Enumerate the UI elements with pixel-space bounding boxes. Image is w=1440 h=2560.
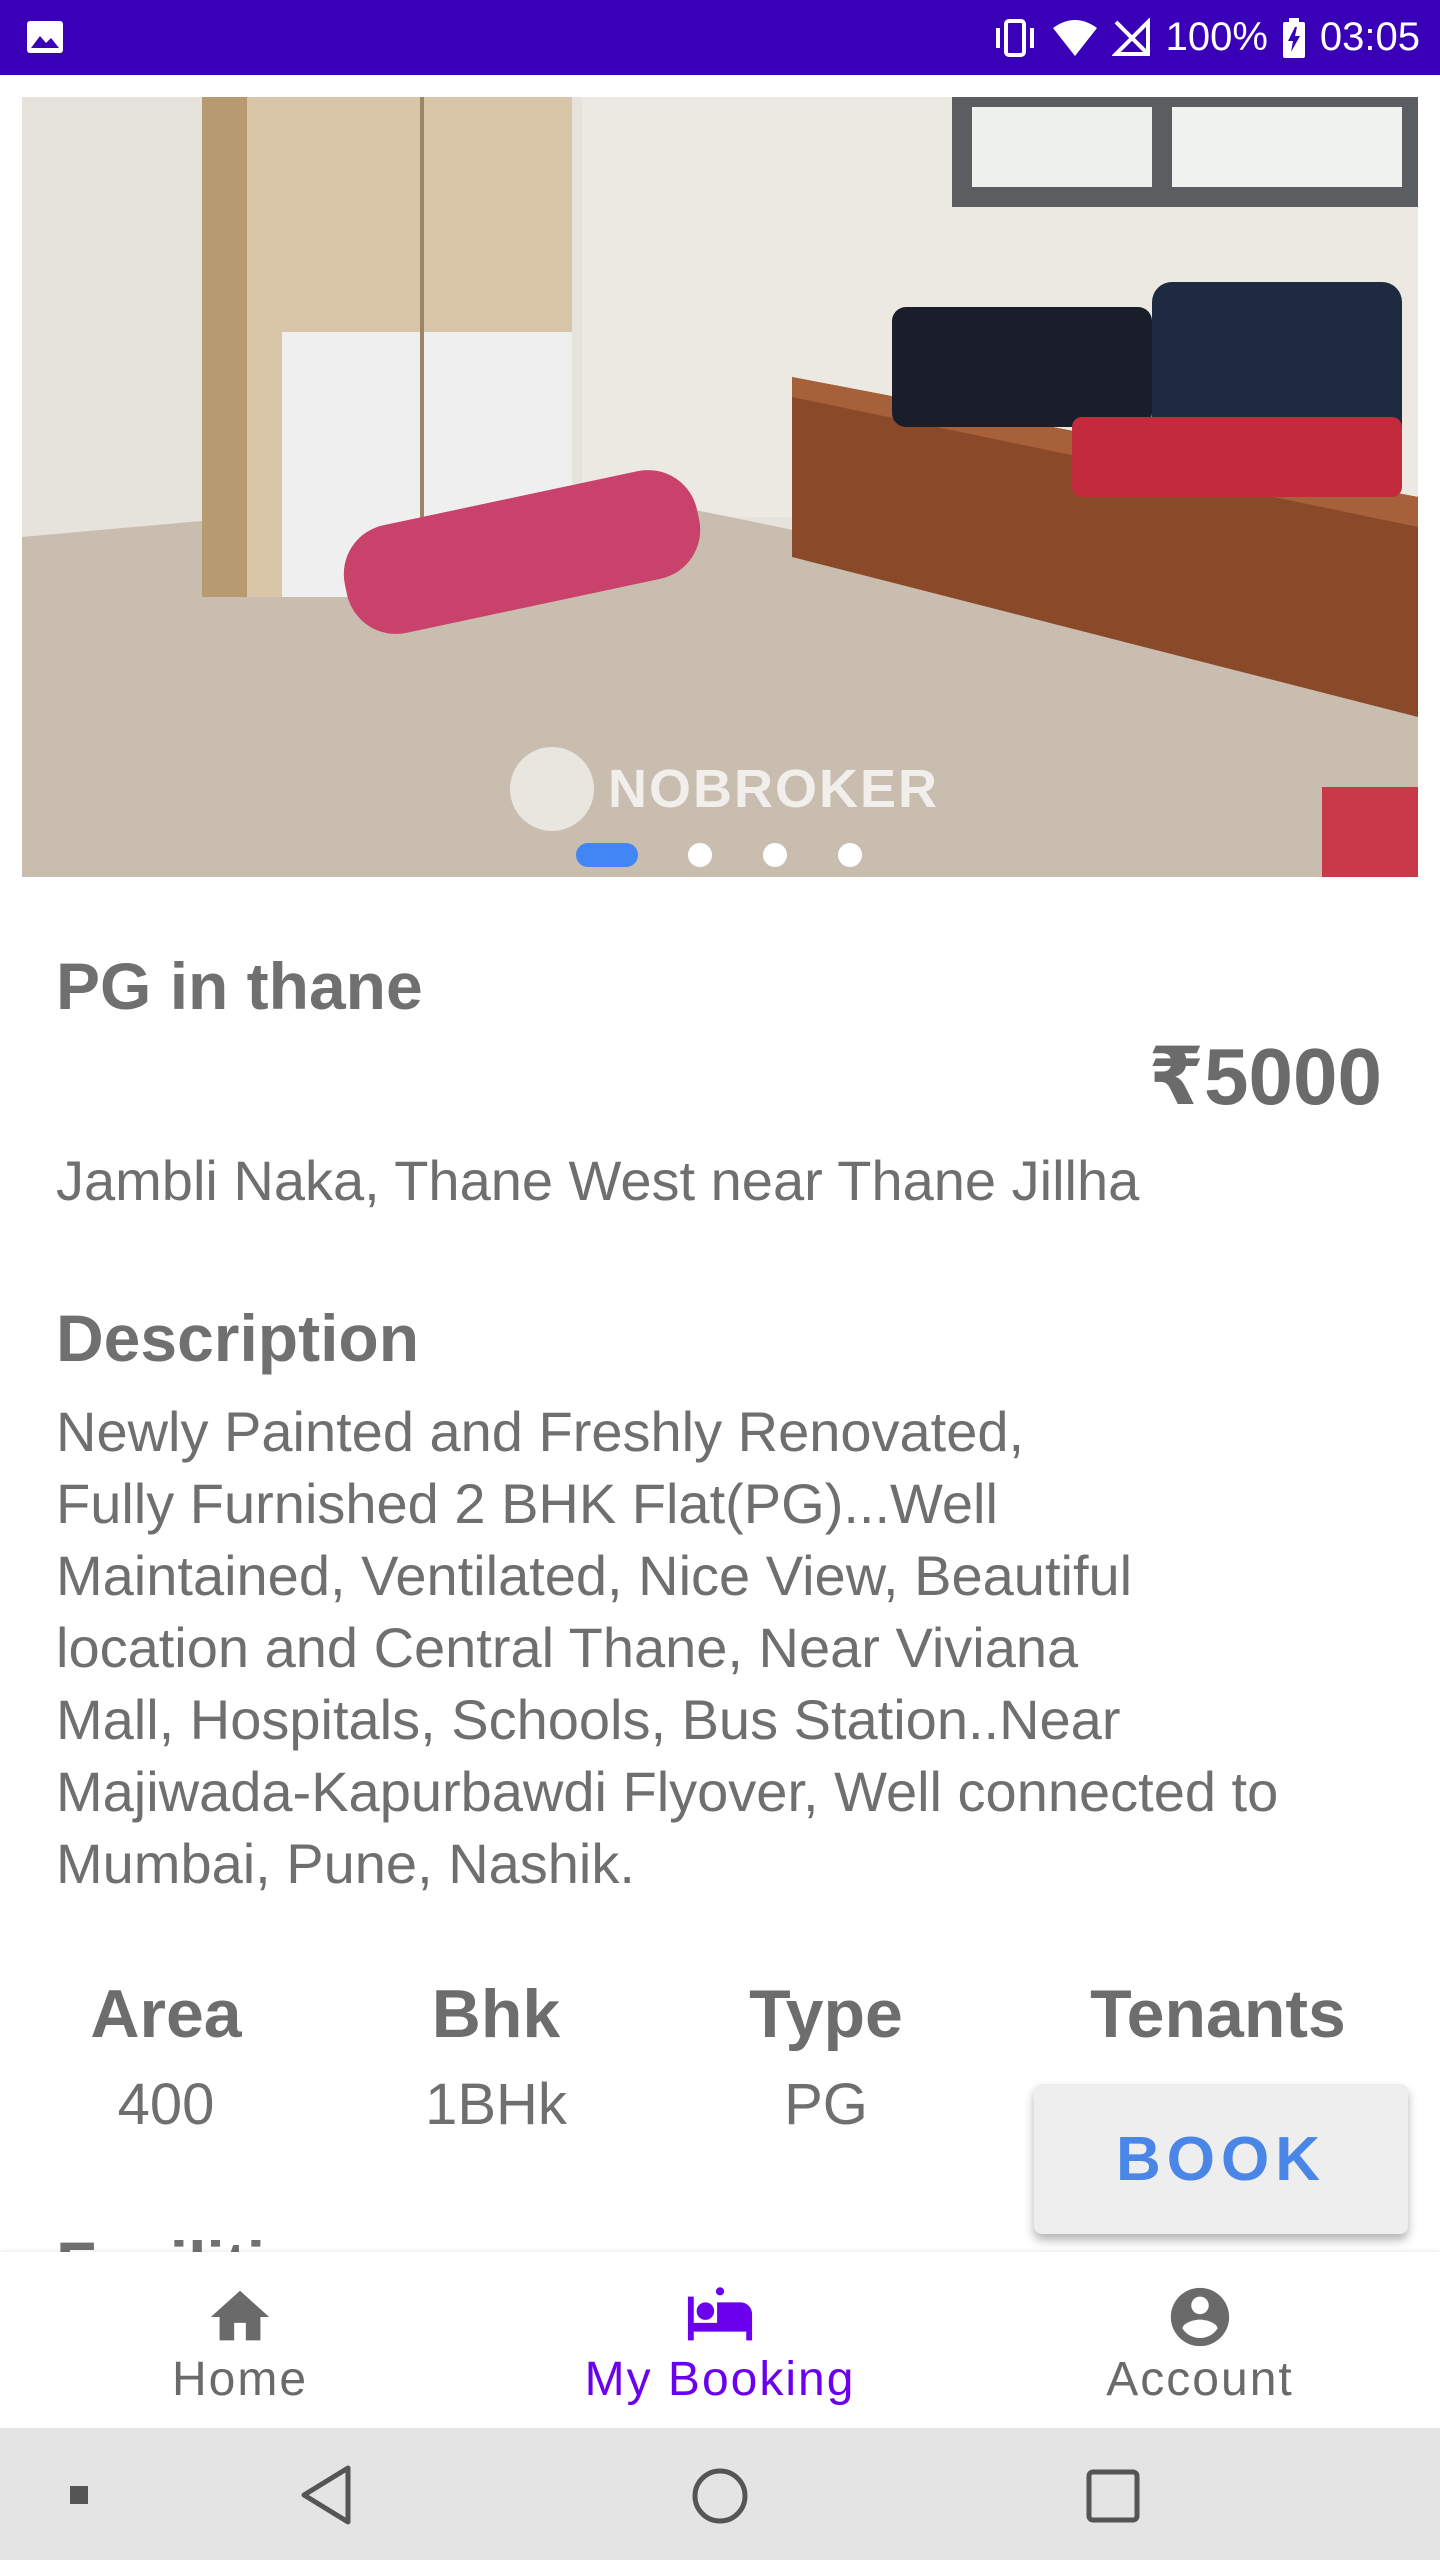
description-text: Newly Painted and Freshly Renovated, Ful… [56, 1396, 1396, 1900]
stat-label: Type [749, 1976, 903, 2052]
vibrate-icon [995, 18, 1034, 57]
no-sim-icon [1111, 17, 1150, 56]
system-navigation-bar [0, 2428, 1440, 2560]
stat-value: 1BHk [425, 2072, 567, 2137]
carousel-indicator-2[interactable] [688, 843, 712, 867]
stat-label: Tenants [1090, 1976, 1346, 2052]
watermark-text: NOBROKER [608, 759, 940, 819]
stat-label: Area [90, 1976, 242, 2052]
gallery-icon [27, 21, 63, 53]
back-icon[interactable] [298, 2464, 356, 2526]
listing-photo-carousel[interactable]: NOBROKER [22, 97, 1418, 877]
description-line: Maintained, Ventilated, Nice View, Beaut… [56, 1544, 1133, 1607]
description-line: Majiwada-Kapurbawdi Flyover, Well connec… [56, 1760, 1279, 1823]
wifi-icon [1052, 19, 1097, 56]
clock: 03:05 [1319, 15, 1420, 59]
stat-area: Area 400 [56, 1975, 276, 2138]
carousel-indicator-4[interactable] [838, 843, 862, 867]
nav-label: My Booking [584, 2353, 856, 2406]
recents-icon[interactable] [1085, 2468, 1141, 2524]
battery-percent: 100% [1165, 15, 1268, 59]
description-line: Mall, Hospitals, Schools, Bus Station..N… [56, 1688, 1121, 1751]
home-icon [210, 2290, 270, 2341]
stat-value: 400 [117, 2072, 215, 2137]
stat-label: Bhk [431, 1976, 561, 2052]
account-icon [1170, 2287, 1230, 2347]
carousel-indicator-3[interactable] [763, 843, 787, 867]
ime-indicator-icon [70, 2486, 88, 2504]
nav-label: Home [171, 2353, 309, 2406]
description-line: location and Central Thane, Near Viviana [56, 1616, 1079, 1679]
description-line: Fully Furnished 2 BHK Flat(PG)...Well [56, 1472, 998, 1535]
stat-type: Type PG [716, 1975, 936, 2138]
description-line: Newly Painted and Freshly Renovated, [56, 1400, 1025, 1463]
stat-tenants: Tenants [1068, 1975, 1368, 2071]
stat-value: PG [784, 2072, 868, 2137]
status-bar: 100% 03:05 [0, 0, 1440, 75]
watermark: NOBROKER [510, 747, 939, 831]
listing-address: Jambli Naka, Thane West near Thane Jillh… [56, 1149, 1140, 1212]
listing-title: PG in thane [56, 949, 423, 1023]
nav-account[interactable]: Account [960, 2252, 1440, 2428]
battery-charging-icon [1282, 17, 1305, 58]
nav-home[interactable]: Home [0, 2252, 480, 2428]
book-button[interactable]: BOOK [1034, 2084, 1408, 2234]
home-circle-icon[interactable] [690, 2466, 750, 2526]
nobroker-logo-icon [510, 747, 594, 831]
facilities-heading: Facilities [56, 2220, 338, 2252]
nav-my-booking[interactable]: My Booking [480, 2252, 960, 2428]
listing-price: ₹5000 [1148, 1032, 1382, 1121]
stat-bhk: Bhk 1BHk [386, 1975, 606, 2138]
bottom-navigation: Home My Booking Account [0, 2252, 1440, 2428]
description-line: Mumbai, Pune, Nashik. [56, 1832, 635, 1895]
carousel-indicator-1[interactable] [576, 843, 638, 867]
description-heading: Description [56, 1301, 420, 1375]
bed-icon [687, 2287, 753, 2341]
nav-label: Account [1106, 2353, 1294, 2406]
